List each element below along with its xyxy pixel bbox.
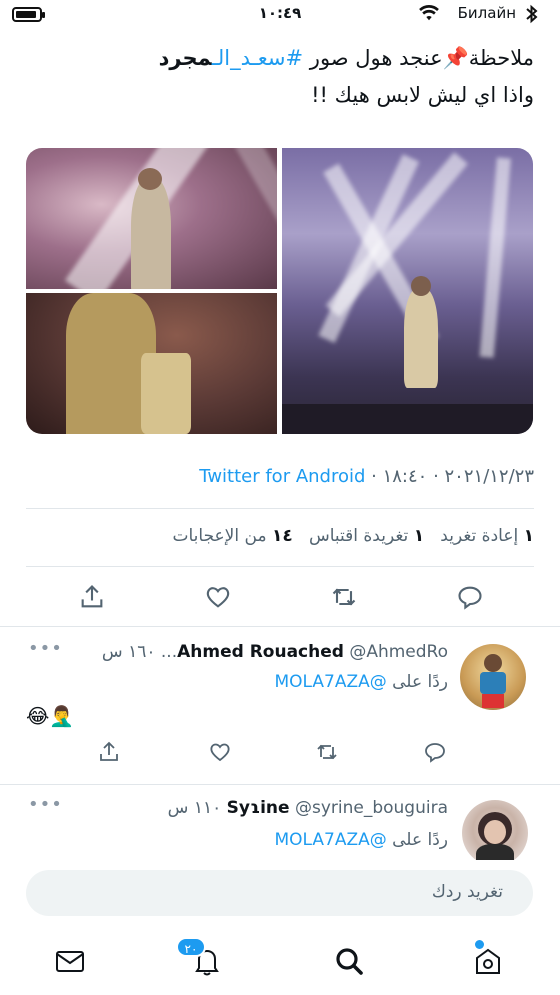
tweet-date: ٢٠٢١/١٢/٢٣ — [444, 466, 534, 487]
share-button[interactable] — [78, 583, 106, 611]
hashtag-part-2: د_الـ — [211, 46, 252, 70]
more-options-icon[interactable]: ••• — [28, 638, 63, 659]
reply-compose-input[interactable]: تغريد ردك — [26, 870, 533, 916]
reply-icon — [458, 586, 482, 610]
reply-age: ١١٠ س — [167, 798, 222, 818]
tweet-line-1-text: ملاحظة📌عنجد هول صور — [303, 46, 534, 70]
concert-photo-3[interactable] — [282, 148, 533, 434]
home-new-indicator — [475, 940, 484, 949]
like-button[interactable] — [208, 740, 232, 764]
tab-home[interactable] — [471, 944, 505, 978]
heart-icon — [210, 743, 230, 762]
reply-age: ١٦٠ س — [101, 642, 156, 662]
avatar[interactable] — [462, 800, 528, 860]
carrier-name: Билайн — [457, 4, 516, 22]
replying-to: ردًا على @MOLA7AZA — [274, 830, 448, 850]
hashtag-part-3: مجرد — [158, 46, 212, 70]
quotes-stat[interactable]: ١ تغريدة اقتباس — [309, 526, 424, 546]
divider — [26, 508, 534, 509]
reply-button[interactable] — [456, 583, 484, 611]
reply-author-name[interactable]: Ahmed Rouached — [177, 642, 344, 662]
tweet-line-2: واذا اي ليش لابس هيك !! — [311, 83, 534, 107]
hashtag-link[interactable]: #سعـد_الـمجرد — [159, 46, 303, 70]
retweet-button[interactable] — [315, 740, 339, 764]
reply-author-name[interactable]: Syɿine — [227, 798, 290, 818]
tweet-source-link[interactable]: Twitter for Android — [199, 466, 365, 487]
wifi-icon — [419, 5, 439, 21]
tab-search[interactable] — [332, 944, 366, 978]
mention-link[interactable]: @MOLA7AZA — [274, 830, 386, 850]
tweet-line-1: ملاحظة📌عنجد هول صور #سعـد_الـمجرد — [14, 40, 534, 77]
retweet-button[interactable] — [330, 583, 358, 611]
hashtag-part-1: #سعـ — [251, 46, 304, 70]
tweet-meta: ٢٠٢١/١٢/٢٣ · ١٨:٤٠ · Twitter for Android — [199, 466, 534, 487]
more-options-icon[interactable]: ••• — [28, 794, 63, 815]
search-icon — [336, 948, 363, 975]
bluetooth-icon — [526, 4, 538, 24]
share-button[interactable] — [97, 740, 121, 764]
meta-separator: · — [427, 466, 445, 487]
reply-author-handle[interactable]: @syrine_bouguira — [295, 798, 448, 818]
concert-photo-1[interactable] — [26, 148, 277, 289]
avatar[interactable] — [460, 644, 526, 710]
meta-separator: · — [365, 466, 383, 487]
reply-header: Ahmed Rouached @AhmedRo... ١٦٠ س — [102, 642, 448, 662]
home-icon — [476, 948, 500, 974]
like-button[interactable] — [204, 583, 232, 611]
replying-to: ردًا على @MOLA7AZA — [274, 672, 448, 692]
tweet-media-grid — [26, 148, 533, 434]
reply-body: 😂🤦‍♂️ — [26, 704, 75, 728]
retweet-icon — [317, 744, 337, 760]
divider — [26, 566, 534, 567]
compose-placeholder: تغريد ردك — [431, 882, 503, 902]
share-icon — [81, 585, 103, 608]
tab-messages[interactable] — [53, 944, 87, 978]
mention-link[interactable]: @MOLA7AZA — [274, 672, 386, 692]
reply-header: Syɿine @syrine_bouguira ١١٠ س — [168, 798, 448, 818]
share-icon — [100, 741, 118, 761]
heart-icon — [206, 587, 230, 608]
tweet-time: ١٨:٤٠ — [382, 466, 428, 487]
reply-icon — [425, 743, 445, 763]
tweet-stats: ١ إعادة تغريد ١ تغريدة اقتباس ١٤ من الإع… — [172, 526, 534, 546]
reply-button[interactable] — [423, 740, 447, 764]
mail-icon — [56, 951, 84, 972]
retweets-stat[interactable]: ١ إعادة تغريد — [440, 526, 534, 546]
retweet-icon — [332, 588, 356, 606]
likes-stat[interactable]: ١٤ من الإعجابات — [172, 526, 292, 546]
reply-item[interactable]: Ahmed Rouached @AhmedRo... ١٦٠ س ••• ردً… — [0, 626, 560, 784]
reply-item[interactable]: Syɿine @syrine_bouguira ١١٠ س ••• ردًا ع… — [0, 784, 560, 860]
concert-photo-2[interactable] — [26, 293, 277, 434]
status-bar: ١٠:٤٩ Билайн — [0, 0, 560, 30]
tweet-text: ملاحظة📌عنجد هول صور #سعـد_الـمجرد واذا ا… — [14, 40, 534, 114]
notifications-badge: ٢٠ — [176, 937, 206, 957]
